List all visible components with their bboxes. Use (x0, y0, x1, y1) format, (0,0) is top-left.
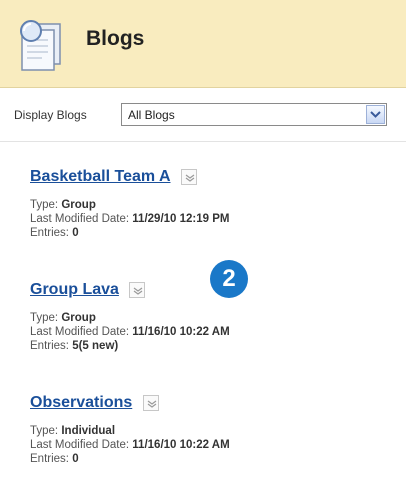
blog-item: Basketball Team A Type: Group Last Modif… (30, 168, 390, 240)
page-title: Blogs (86, 27, 145, 50)
blog-entries: 5(5 new) (72, 340, 119, 352)
modified-label: Last Modified Date: (30, 439, 130, 451)
type-label: Type: (30, 199, 59, 211)
entries-label: Entries: (30, 453, 69, 465)
page-header: Blogs (0, 0, 406, 88)
entries-label: Entries: (30, 227, 69, 239)
blog-type: Group (61, 312, 96, 324)
display-blogs-filter: Display Blogs All Blogs (0, 98, 406, 134)
display-blogs-label: Display Blogs (14, 108, 87, 122)
entries-label: Entries: (30, 340, 69, 352)
blog-entries: 0 (72, 453, 79, 465)
chevron-down-icon[interactable] (180, 169, 197, 185)
chevron-down-icon[interactable] (142, 395, 159, 411)
blog-title-link[interactable]: Observations (30, 394, 132, 412)
type-label: Type: (30, 425, 59, 437)
blog-item: Observations Type: Individual Last Modif… (30, 394, 390, 466)
blog-entries: 0 (72, 227, 79, 239)
blog-type: Individual (61, 425, 116, 437)
step-number-badge: 2 (210, 260, 248, 298)
display-blogs-select[interactable]: All Blogs (121, 103, 387, 126)
blog-title-link[interactable]: Basketball Team A (30, 168, 171, 186)
chevron-down-icon[interactable] (129, 282, 146, 298)
modified-label: Last Modified Date: (30, 326, 130, 338)
blog-title-link[interactable]: Group Lava (30, 281, 119, 299)
blog-modified-date: 11/29/10 12:19 PM (132, 213, 230, 225)
blog-item: Group Lava Type: Group Last Modified Dat… (30, 281, 390, 353)
blog-modified-date: 11/16/10 10:22 AM (132, 326, 230, 338)
type-label: Type: (30, 312, 59, 324)
divider (0, 141, 406, 142)
blog-type: Group (61, 199, 96, 211)
blog-page-icon (20, 20, 61, 71)
chevron-down-icon[interactable] (366, 105, 385, 124)
blog-modified-date: 11/16/10 10:22 AM (132, 439, 230, 451)
display-blogs-selected-value: All Blogs (128, 108, 175, 122)
modified-label: Last Modified Date: (30, 213, 130, 225)
